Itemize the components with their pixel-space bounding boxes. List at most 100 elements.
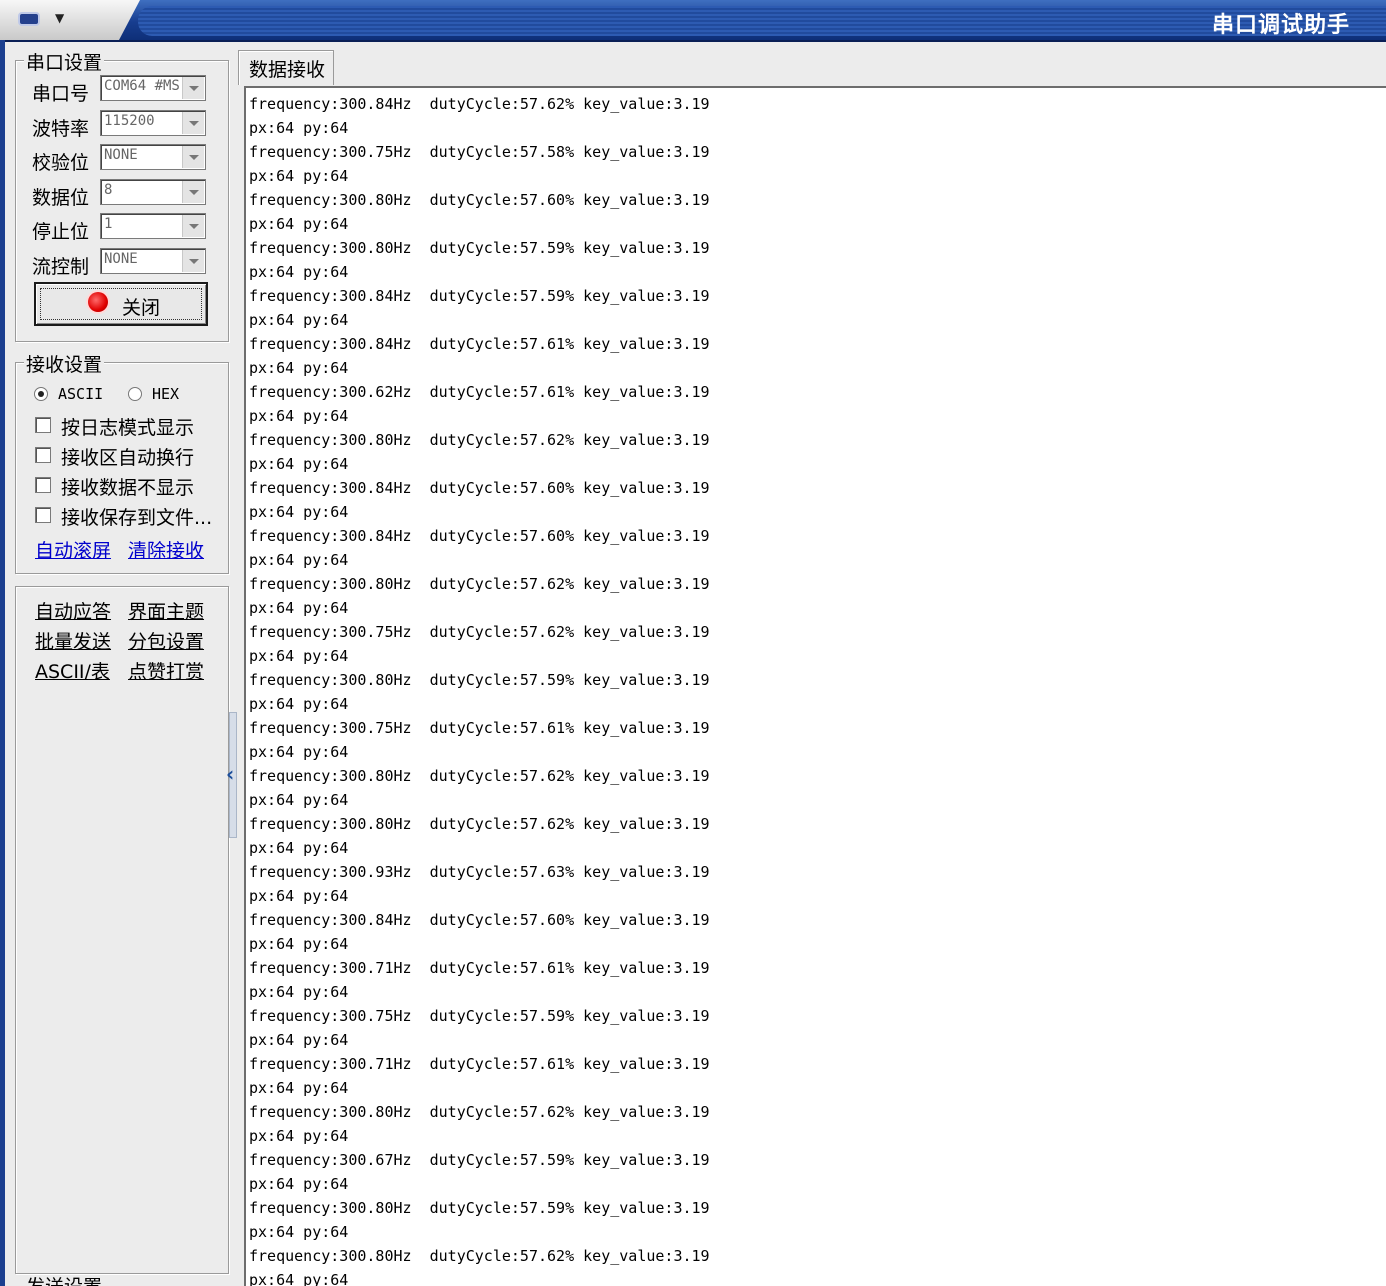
collapse-arrow-icon[interactable]: ‹ bbox=[226, 762, 234, 786]
receive-settings-label: 接收设置 bbox=[24, 350, 105, 377]
receive-line: frequency:300.62Hz dutyCycle:57.61% key_… bbox=[249, 383, 710, 401]
receive-line: frequency:300.84Hz dutyCycle:57.60% key_… bbox=[249, 911, 710, 929]
parity-value: NONE bbox=[104, 147, 138, 163]
batch-send-link[interactable]: 批量发送 bbox=[35, 627, 111, 654]
baud-rate-label: 波特率 bbox=[32, 118, 90, 140]
receive-line: px:64 py:64 bbox=[249, 695, 349, 713]
baud-rate-value: 115200 bbox=[104, 113, 155, 129]
receive-line: px:64 py:64 bbox=[249, 455, 349, 473]
tab-data-receive[interactable]: 数据接收 bbox=[238, 50, 334, 85]
receive-line: px:64 py:64 bbox=[249, 983, 349, 1001]
clear-receive-link[interactable]: 清除接收 bbox=[128, 536, 204, 563]
close-port-button[interactable]: 关闭 bbox=[34, 282, 208, 326]
dropdown-arrow-icon[interactable] bbox=[182, 181, 204, 203]
receive-line: px:64 py:64 bbox=[249, 263, 349, 281]
auto-wrap-label: 接收区自动换行 bbox=[61, 447, 195, 469]
receive-line: px:64 py:64 bbox=[249, 359, 349, 377]
parity-label: 校验位 bbox=[32, 152, 90, 174]
receive-line: frequency:300.75Hz dutyCycle:57.61% key_… bbox=[249, 719, 710, 737]
receive-lines: frequency:300.84Hz dutyCycle:57.62% key_… bbox=[249, 92, 710, 1286]
hide-data-label: 接收数据不显示 bbox=[61, 477, 195, 499]
receive-line: frequency:300.80Hz dutyCycle:57.59% key_… bbox=[249, 239, 710, 257]
receive-line: px:64 py:64 bbox=[249, 119, 349, 137]
baud-rate-select[interactable]: 115200 bbox=[100, 110, 206, 136]
donate-link[interactable]: 点赞打赏 bbox=[128, 657, 204, 684]
receive-line: px:64 py:64 bbox=[249, 1127, 349, 1145]
system-menu-button[interactable]: ▼ bbox=[0, 0, 140, 40]
receive-line: px:64 py:64 bbox=[249, 887, 349, 905]
port-select[interactable]: COM64 #MS bbox=[100, 75, 206, 101]
packet-settings-link[interactable]: 分包设置 bbox=[128, 627, 204, 654]
receive-text-area[interactable]: frequency:300.84Hz dutyCycle:57.62% key_… bbox=[244, 86, 1386, 1286]
hide-data-checkbox[interactable] bbox=[35, 477, 51, 493]
dropdown-arrow-icon[interactable] bbox=[182, 77, 204, 99]
flow-control-value: NONE bbox=[104, 251, 138, 267]
auto-reply-link[interactable]: 自动应答 bbox=[35, 597, 111, 624]
ascii-radio-label: ASCII bbox=[58, 385, 104, 403]
data-bits-value: 8 bbox=[104, 182, 113, 198]
receive-line: px:64 py:64 bbox=[249, 743, 349, 761]
receive-line: px:64 py:64 bbox=[249, 839, 349, 857]
receive-line: frequency:300.80Hz dutyCycle:57.59% key_… bbox=[249, 1199, 710, 1217]
window-title: 串口调试助手 bbox=[1211, 13, 1350, 38]
auto-wrap-checkbox[interactable] bbox=[35, 447, 51, 463]
log-mode-label: 按日志模式显示 bbox=[61, 417, 195, 439]
data-bits-label: 数据位 bbox=[32, 187, 90, 209]
data-bits-select[interactable]: 8 bbox=[100, 179, 206, 205]
ascii-radio[interactable] bbox=[34, 387, 48, 401]
receive-line: frequency:300.80Hz dutyCycle:57.62% key_… bbox=[249, 767, 710, 785]
receive-line: px:64 py:64 bbox=[249, 215, 349, 233]
close-port-label: 关闭 bbox=[122, 297, 161, 319]
dropdown-arrow-icon[interactable] bbox=[182, 146, 204, 168]
send-settings-label: 发送设置 bbox=[24, 1276, 105, 1286]
receive-line: frequency:300.80Hz dutyCycle:57.62% key_… bbox=[249, 431, 710, 449]
receive-line: frequency:300.84Hz dutyCycle:57.60% key_… bbox=[249, 527, 710, 545]
save-to-file-checkbox[interactable] bbox=[35, 507, 51, 523]
stop-bits-label: 停止位 bbox=[32, 221, 90, 243]
stop-bits-value: 1 bbox=[104, 216, 113, 232]
receive-line: frequency:300.71Hz dutyCycle:57.61% key_… bbox=[249, 1055, 710, 1073]
port-value: COM64 #MS bbox=[104, 78, 180, 94]
port-label: 串口号 bbox=[32, 83, 90, 105]
title-bar bbox=[0, 0, 1386, 42]
dropdown-arrow-icon[interactable] bbox=[182, 250, 204, 272]
receive-line: frequency:300.71Hz dutyCycle:57.61% key_… bbox=[249, 959, 710, 977]
flow-control-select[interactable]: NONE bbox=[100, 248, 206, 274]
receive-line: px:64 py:64 bbox=[249, 407, 349, 425]
autoscroll-link[interactable]: 自动滚屏 bbox=[35, 536, 111, 563]
receive-line: px:64 py:64 bbox=[249, 503, 349, 521]
dropdown-arrow-icon[interactable] bbox=[182, 215, 204, 237]
receive-line: frequency:300.75Hz dutyCycle:57.62% key_… bbox=[249, 623, 710, 641]
hex-radio[interactable] bbox=[128, 387, 142, 401]
receive-line: frequency:300.75Hz dutyCycle:57.58% key_… bbox=[249, 143, 710, 161]
log-mode-checkbox[interactable] bbox=[35, 417, 51, 433]
receive-line: px:64 py:64 bbox=[249, 167, 349, 185]
receive-line: px:64 py:64 bbox=[249, 647, 349, 665]
serial-settings-label: 串口设置 bbox=[24, 48, 105, 75]
receive-line: frequency:300.84Hz dutyCycle:57.61% key_… bbox=[249, 335, 710, 353]
receive-line: px:64 py:64 bbox=[249, 1271, 349, 1286]
flow-control-label: 流控制 bbox=[32, 256, 90, 278]
ascii-table-link[interactable]: ASCII/表 bbox=[35, 657, 110, 684]
receive-line: frequency:300.80Hz dutyCycle:57.59% key_… bbox=[249, 671, 710, 689]
receive-line: px:64 py:64 bbox=[249, 791, 349, 809]
receive-line: frequency:300.84Hz dutyCycle:57.62% key_… bbox=[249, 95, 710, 113]
hex-radio-label: HEX bbox=[152, 385, 180, 403]
receive-line: px:64 py:64 bbox=[249, 599, 349, 617]
receive-line: frequency:300.84Hz dutyCycle:57.60% key_… bbox=[249, 479, 710, 497]
receive-line: px:64 py:64 bbox=[249, 935, 349, 953]
receive-line: px:64 py:64 bbox=[249, 1223, 349, 1241]
tab-data-receive-label: 数据接收 bbox=[249, 59, 326, 81]
theme-link[interactable]: 界面主题 bbox=[128, 597, 204, 624]
receive-line: frequency:300.75Hz dutyCycle:57.59% key_… bbox=[249, 1007, 710, 1025]
focus-rect bbox=[40, 288, 202, 320]
title-bar-stripes bbox=[138, 6, 1386, 36]
parity-select[interactable]: NONE bbox=[100, 144, 206, 170]
dropdown-arrow-icon[interactable] bbox=[182, 112, 204, 134]
save-to-file-label: 接收保存到文件... bbox=[61, 507, 213, 529]
led-indicator-icon bbox=[88, 292, 108, 312]
tools-group bbox=[15, 586, 229, 1274]
stop-bits-select[interactable]: 1 bbox=[100, 213, 206, 239]
receive-line: frequency:300.80Hz dutyCycle:57.60% key_… bbox=[249, 191, 710, 209]
receive-line: frequency:300.80Hz dutyCycle:57.62% key_… bbox=[249, 1247, 710, 1265]
